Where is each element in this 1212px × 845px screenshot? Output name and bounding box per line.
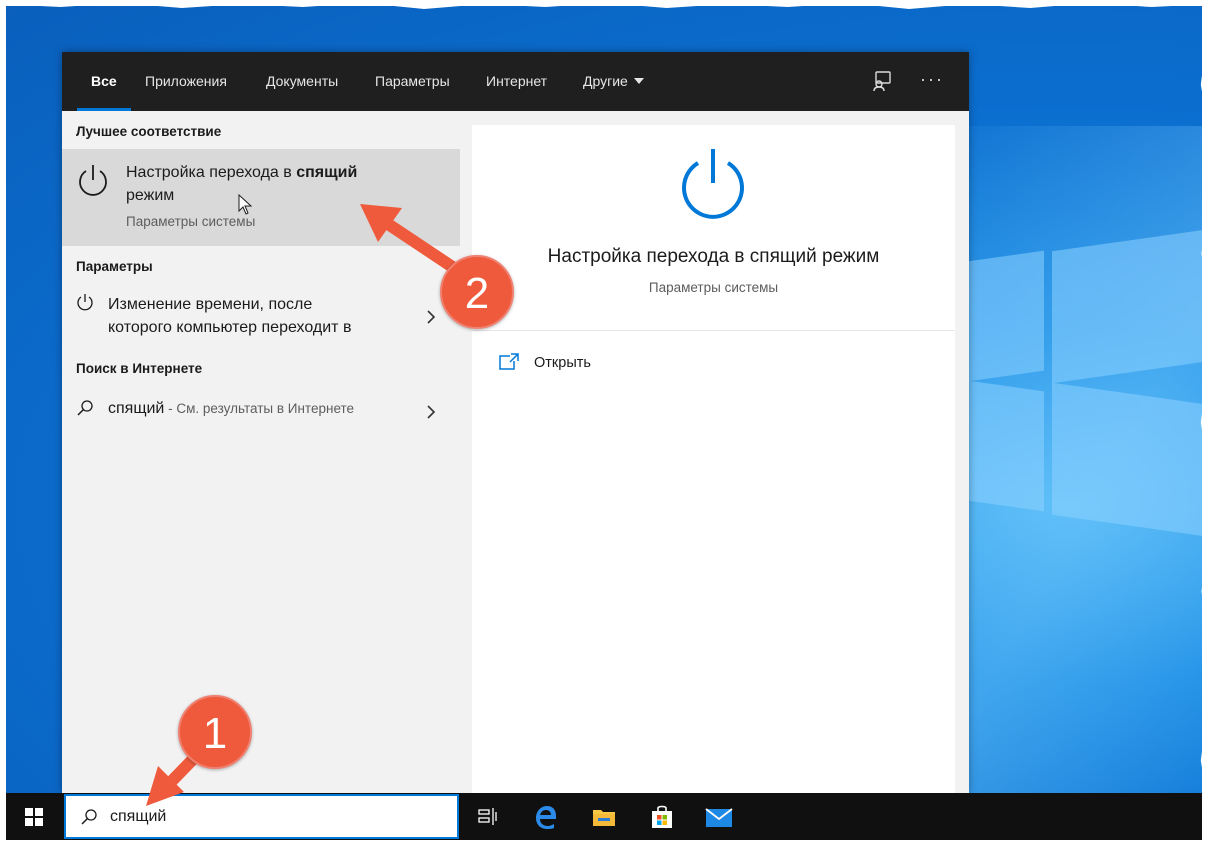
tab-apps[interactable]: Приложения: [145, 52, 227, 111]
caret-down-icon: [633, 78, 644, 84]
mouse-cursor-icon: [238, 194, 253, 215]
preview-subtitle: Параметры системы: [648, 280, 779, 295]
chevron-right-icon[interactable]: [424, 307, 438, 327]
tab-web[interactable]: Интернет: [486, 52, 547, 111]
edge-browser-icon[interactable]: [532, 803, 560, 831]
best-match-header: Лучшее соответствие: [76, 124, 222, 139]
open-window-icon: [499, 353, 519, 370]
taskbar: спящий: [6, 793, 1202, 840]
best-match-subtitle: Параметры системы: [126, 214, 256, 229]
tab-settings[interactable]: Параметры: [375, 52, 450, 111]
tab-all[interactable]: Все: [77, 52, 131, 111]
list-item-settings-sleep-time[interactable]: Изменение времени, после которого компью…: [62, 287, 460, 345]
chevron-right-icon[interactable]: [424, 402, 438, 422]
list-item-web-search[interactable]: спящий - См. результаты в Интернете: [62, 394, 460, 426]
search-icon: [81, 809, 97, 825]
results-list: Лучшее соответствие Настройка перехода в…: [62, 111, 460, 793]
divider: [472, 330, 955, 331]
settings-header: Параметры: [76, 259, 153, 274]
callout-badge-1: 1: [178, 695, 252, 769]
store-icon[interactable]: [648, 803, 676, 831]
best-match-title: Настройка перехода в спящий режим: [126, 164, 358, 204]
power-icon: [77, 294, 93, 311]
task-view-icon[interactable]: [474, 803, 502, 831]
web-search-text: спящий - См. результаты в Интернете: [108, 400, 355, 417]
power-large-icon: [682, 149, 744, 219]
taskbar-search-input[interactable]: спящий: [64, 794, 459, 839]
settings-item-text: Изменение времени, после которого компью…: [108, 296, 352, 336]
tab-documents[interactable]: Документы: [266, 52, 338, 111]
mail-icon[interactable]: [704, 803, 733, 831]
callout-badge-2: 2: [440, 255, 514, 329]
start-button[interactable]: [6, 793, 62, 840]
feedback-icon[interactable]: [870, 69, 894, 93]
tab-more[interactable]: Другие: [583, 52, 644, 111]
open-label: Открыть: [534, 355, 591, 371]
preview-title: Настройка перехода в спящий режим: [547, 246, 880, 267]
search-input-value: спящий: [110, 808, 167, 825]
file-explorer-icon[interactable]: [590, 803, 618, 831]
best-match-item[interactable]: Настройка перехода в спящий режим Параме…: [62, 149, 460, 246]
preview-pane: Настройка перехода в спящий режим Параме…: [472, 125, 955, 793]
more-options-icon[interactable]: ···: [920, 70, 944, 92]
web-search-header: Поиск в Интернете: [76, 361, 203, 376]
windows-logo-wallpaper: [968, 228, 1202, 538]
windows-logo-icon: [25, 808, 43, 826]
search-icon: [77, 400, 93, 416]
search-panel: Все Приложения Документы Параметры Интер…: [62, 52, 969, 793]
search-tab-bar: Все Приложения Документы Параметры Интер…: [62, 52, 969, 111]
power-icon: [79, 165, 107, 196]
